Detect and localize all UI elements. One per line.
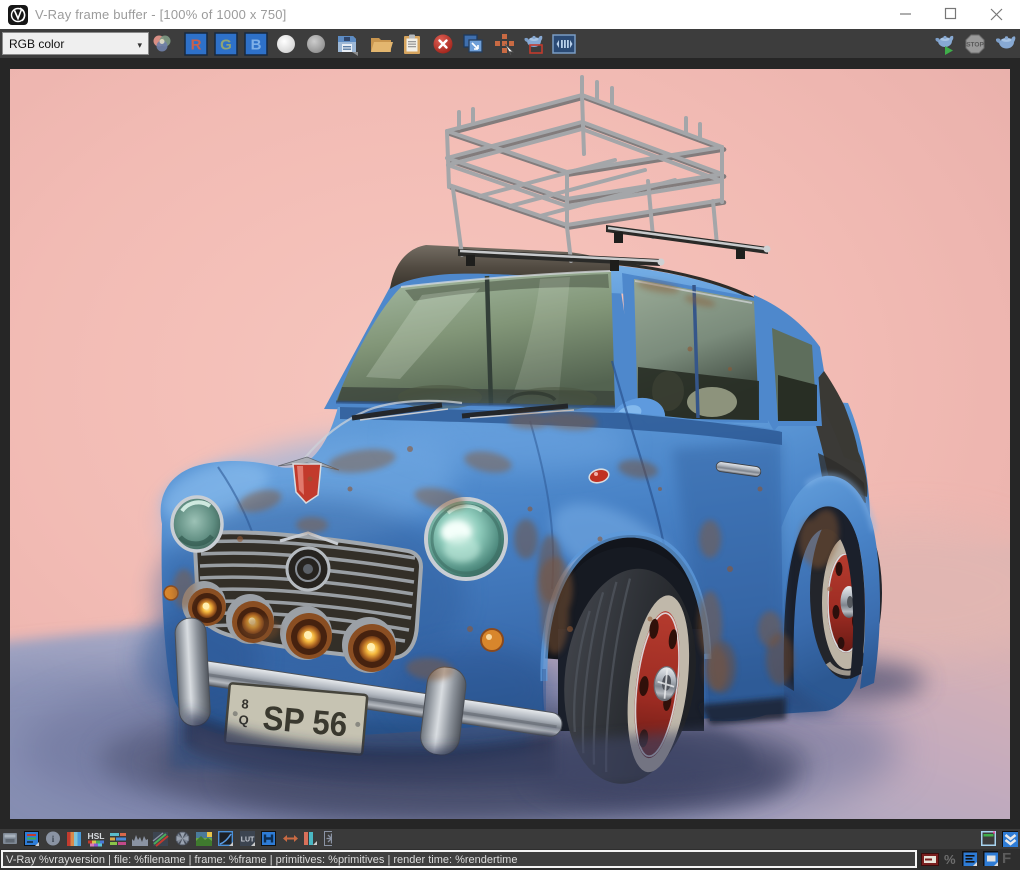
svg-text:R: R [191, 37, 202, 54]
svg-text:Q: Q [238, 712, 249, 728]
svg-text:8: 8 [241, 696, 250, 712]
svg-text:SP 56: SP 56 [261, 698, 349, 744]
svg-text:STOP: STOP [966, 42, 984, 49]
svg-text:B: B [251, 37, 262, 54]
svg-text:LUT: LUT [241, 837, 255, 844]
svg-text:HSL: HSL [88, 831, 105, 841]
svg-text:G: G [220, 37, 232, 54]
